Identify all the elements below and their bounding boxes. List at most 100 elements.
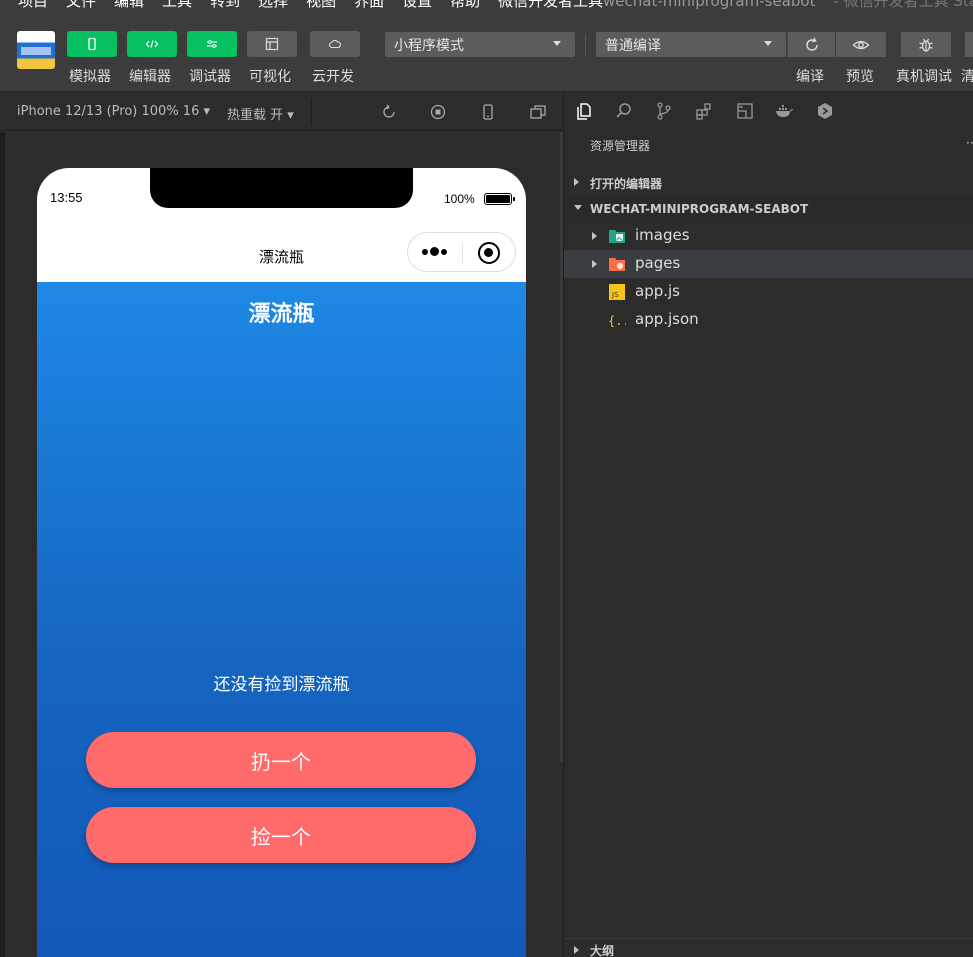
simulator-label: 模拟器: [69, 69, 111, 85]
menu-file[interactable]: 文件: [66, 0, 96, 11]
toolbar-divider: [585, 34, 586, 56]
real-debug-label: 真机调试: [896, 69, 952, 85]
tree-item-label: app.json: [635, 310, 699, 328]
menu-interface[interactable]: 界面: [354, 0, 384, 11]
status-battery-percent: 100%: [444, 192, 475, 206]
layout-icon: [265, 37, 279, 51]
cloud-icon: [328, 39, 342, 49]
storage-icon[interactable]: [735, 101, 755, 121]
clear-cache-label: 清: [961, 69, 973, 85]
open-editors-label: 打开的编辑器: [590, 177, 663, 191]
close-target-icon[interactable]: [478, 242, 500, 264]
menu-help[interactable]: 帮助: [450, 0, 480, 11]
source-control-icon[interactable]: [654, 101, 674, 121]
preview-button[interactable]: [836, 32, 886, 57]
menu-project[interactable]: 项目: [18, 0, 48, 11]
menu-select[interactable]: 选择: [258, 0, 288, 11]
tree-item-label: images: [635, 226, 690, 244]
cube-icon[interactable]: [815, 101, 835, 121]
cloud-label: 云开发: [312, 69, 354, 85]
bug-icon: [919, 38, 933, 52]
tree-item-app-js[interactable]: JS app.js: [564, 278, 973, 306]
cloud-dev-button[interactable]: [310, 31, 360, 57]
explorer-more-icon[interactable]: ···: [966, 136, 973, 150]
chevron-right-icon: [592, 260, 597, 268]
editor-toggle-button[interactable]: [127, 31, 177, 57]
tree-item-label: pages: [635, 254, 681, 272]
chevron-down-icon: [553, 41, 561, 46]
phone-notch: [150, 168, 413, 208]
compile-button[interactable]: [787, 32, 835, 57]
visual-label: 可视化: [249, 69, 291, 85]
simulator-toggle-button[interactable]: [67, 31, 117, 57]
pick-bottle-button[interactable]: 捡一个: [86, 807, 476, 863]
throw-bottle-button[interactable]: 扔一个: [86, 732, 476, 788]
menu-edit[interactable]: 编辑: [114, 0, 144, 11]
clear-cache-button[interactable]: [965, 32, 973, 57]
debugger-toggle-button[interactable]: [187, 31, 237, 57]
mode-select[interactable]: 小程序模式: [385, 32, 575, 57]
simulator-toolbar: iPhone 12/13 (Pro) 100% 16 ▾ 热重载 开 ▾: [0, 93, 563, 131]
menu-view[interactable]: 视图: [306, 0, 336, 11]
battery-icon: [484, 193, 515, 205]
mode-select-value: 小程序模式: [394, 37, 464, 54]
refresh-icon: [805, 37, 818, 51]
visual-toggle-button[interactable]: [247, 31, 297, 57]
rotate-icon[interactable]: [380, 103, 398, 121]
page-heading: 漂流瓶: [248, 302, 315, 327]
preview-label: 预览: [846, 69, 874, 85]
menu-devtools[interactable]: 微信开发者工具: [498, 0, 603, 11]
pages-folder-icon: [609, 258, 625, 271]
device-select[interactable]: iPhone 12/13 (Pro) 100% 16 ▾: [17, 104, 210, 119]
menu-goto[interactable]: 转到: [210, 0, 240, 11]
menu-items: 项目 文件 编辑 工具 转到 选择 视图 界面 设置 帮助 微信开发者工具: [18, 0, 603, 11]
extensions-icon[interactable]: [694, 101, 714, 121]
hot-reload-toggle[interactable]: 热重载 开 ▾: [227, 104, 294, 123]
activity-bar: [564, 93, 973, 129]
outline-label: 大纲: [590, 944, 615, 957]
chevron-right-icon: [574, 946, 579, 954]
project-section[interactable]: WECHAT-MINIPROGRAM-SEABOT: [564, 196, 973, 222]
tree-item-images[interactable]: images: [564, 222, 973, 250]
chevron-right-icon: [574, 178, 579, 186]
project-name-label: WECHAT-MINIPROGRAM-SEABOT: [590, 202, 809, 216]
window-title-suffix: - 微信开发者工具 Stable: [833, 0, 973, 10]
compile-label: 编译: [796, 69, 824, 85]
left-edge-panel: [0, 132, 5, 957]
empty-state-text: 还没有捡到漂流瓶: [213, 675, 350, 695]
detach-window-icon[interactable]: [529, 103, 547, 121]
project-avatar[interactable]: [17, 31, 55, 69]
simbar-divider: [311, 99, 312, 125]
real-device-debug-button[interactable]: [901, 32, 951, 57]
sliders-icon: [207, 40, 217, 48]
json-file-icon: {..}: [608, 314, 626, 328]
compile-mode-value: 普通编译: [605, 37, 661, 54]
explorer-title: 资源管理器: [590, 139, 651, 153]
chevron-right-icon: [592, 232, 597, 240]
docker-icon[interactable]: [774, 101, 794, 121]
search-icon[interactable]: [614, 101, 634, 121]
window-title: wechat-miniprogram-seabot - 微信开发者工具 Stabl…: [603, 0, 973, 11]
svg-text:{..}: {..}: [608, 314, 626, 328]
chevron-down-icon: [764, 41, 772, 46]
menu-tools[interactable]: 工具: [162, 0, 192, 11]
tree-item-pages[interactable]: pages: [564, 250, 973, 278]
chevron-down-icon: [574, 205, 582, 210]
tree-item-app-json[interactable]: {..} app.json: [564, 306, 973, 334]
compile-mode-select[interactable]: 普通编译: [596, 32, 786, 57]
open-editors-section[interactable]: 打开的编辑器: [564, 169, 973, 195]
phone-frame-icon[interactable]: [479, 103, 497, 121]
debugger-label: 调试器: [189, 69, 231, 85]
mini-program-capsule: [407, 232, 516, 272]
main-toolbar: 模拟器 编辑器 调试器 可视化 云开发 小程序模式 普通编译 编译 预览 真机调…: [0, 16, 973, 92]
capsule-divider: [462, 243, 463, 263]
outline-section[interactable]: 大纲: [564, 938, 973, 957]
drift-bottle-page: 漂流瓶 还没有捡到漂流瓶 扔一个 捡一个: [37, 282, 526, 957]
stop-icon[interactable]: [429, 103, 447, 121]
phone-simulator: 13:55 100% 漂流瓶 漂流瓶 还没有捡到漂流瓶 扔一个 捡一个: [37, 168, 526, 957]
menu-settings[interactable]: 设置: [402, 0, 432, 11]
editor-label: 编辑器: [129, 69, 171, 85]
files-icon[interactable]: [575, 101, 595, 121]
images-folder-icon: [609, 230, 625, 243]
more-dots-icon[interactable]: [422, 247, 447, 256]
